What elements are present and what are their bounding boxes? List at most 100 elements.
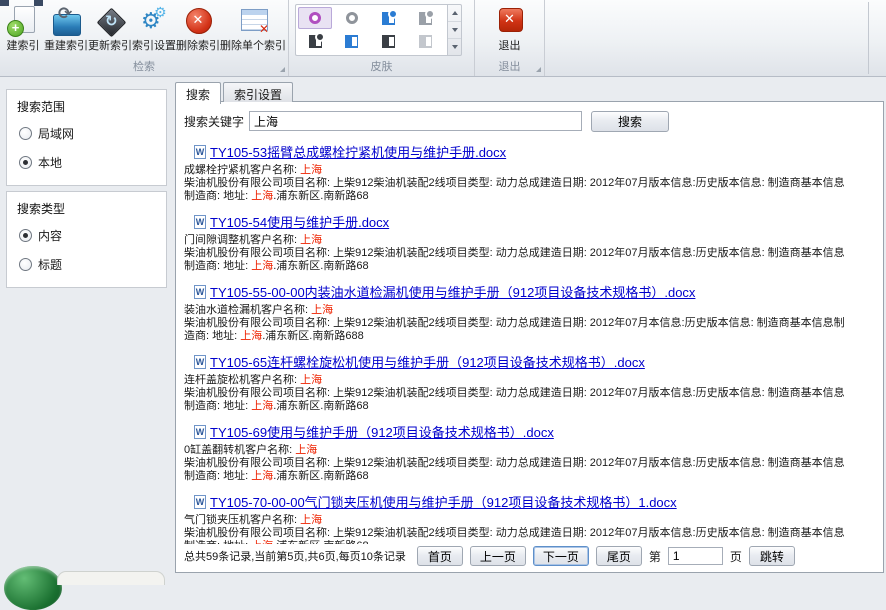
skin-gallery [295, 4, 447, 56]
gallery-scroll-down-icon[interactable] [448, 22, 461, 39]
skin-silver-office[interactable] [408, 30, 442, 52]
pagination-buttons: 首页上一页下一页尾页 [417, 546, 642, 566]
exit-icon [494, 4, 526, 38]
sidebar-group-search-scope: 搜索范围局域网本地 [6, 89, 167, 186]
keyword-highlight: 上海 [300, 374, 322, 386]
ribbon-group-label: 皮肤 [289, 60, 474, 76]
radio-lan[interactable]: 局域网 [19, 125, 156, 142]
result-link[interactable]: TY105-69使用与维护手册（912项目设备技术规格书）.docx [210, 422, 554, 441]
exit-button[interactable]: 退出 [487, 2, 532, 60]
tab-search[interactable]: 搜索 [175, 82, 221, 104]
workspace: 搜索范围局域网本地搜索类型内容标题 搜索索引设置 搜索关键字 搜索 WTY105… [0, 78, 886, 579]
result-desc-line: 装油水道检漏机客户名称: 上海 [184, 304, 875, 317]
keyword-highlight: 上海 [300, 234, 322, 246]
ribbon-button-label: 建索引 [7, 40, 40, 53]
ribbon-button-label: 索引设置 [132, 40, 176, 53]
sidebar-group-title: 搜索范围 [17, 98, 156, 115]
skin-silver-office-glyph [419, 35, 432, 48]
ribbon-button-label: 删除索引 [176, 40, 220, 53]
skin-gray-circle[interactable] [335, 7, 369, 29]
skin-blue-office-glyph [345, 35, 358, 48]
result-link[interactable]: TY105-70-00-00气门锁夹压机使用与维护手册（912项目设备技术规格书… [210, 492, 677, 511]
skin-black-office[interactable] [372, 30, 406, 52]
skin-black-clock-glyph [309, 35, 322, 48]
ribbon-button-label: 退出 [499, 40, 521, 53]
radio-content[interactable]: 内容 [19, 227, 156, 244]
gallery-scroll-up-icon[interactable] [448, 5, 461, 22]
jump-button[interactable]: 跳转 [749, 546, 795, 566]
search-button[interactable]: 搜索 [591, 111, 669, 132]
result-desc-line: 柴油机股份有限公司项目名称: 上柴912柴油机装配2线项目类型: 动力总成建造日… [184, 177, 875, 190]
page-prefix-label: 第 [649, 548, 661, 565]
keyword-highlight: 上海 [251, 470, 273, 482]
word-doc-icon: W [194, 495, 206, 509]
skin-blue-office[interactable] [335, 30, 369, 52]
main-panel: 搜索索引设置 搜索关键字 搜索 WTY105-53摇臂总成螺栓拧紧机使用与维护手… [175, 82, 884, 573]
delete-index-icon [182, 4, 214, 38]
index-settings-button[interactable]: 索引设置 [132, 2, 176, 60]
skin-gray-clock-glyph [419, 12, 432, 25]
result-desc-line: 柴油机股份有限公司项目名称: 上柴912柴油机装配2线项目类型: 动力总成建造日… [184, 317, 875, 330]
word-doc-icon: W [194, 355, 206, 369]
search-input[interactable] [249, 111, 582, 131]
delete-index-button[interactable]: 删除索引 [176, 2, 220, 60]
index-settings-icon [138, 4, 170, 38]
next-page-button[interactable]: 下一页 [533, 546, 589, 566]
delete-single-index-button[interactable]: 删除单个索引 [220, 2, 286, 60]
result-link[interactable]: TY105-53摇臂总成螺栓拧紧机使用与维护手册.docx [210, 142, 506, 161]
ribbon-group-label: 退出 [475, 60, 544, 76]
ribbon-group-skin: 皮肤 [289, 0, 475, 76]
skin-blue-clock[interactable] [372, 7, 406, 29]
result-link[interactable]: TY105-65连杆螺栓旋松机使用与维护手册（912项目设备技术规格书）.doc… [210, 352, 645, 371]
create-index-button[interactable]: 建索引 [2, 2, 44, 60]
new-index-icon [7, 4, 39, 38]
delete-single-index-icon [237, 4, 269, 38]
result-item: W TY105-70-00-00气门锁夹压机使用与维护手册（912项目设备技术规格… [184, 492, 875, 544]
skin-black-clock[interactable] [298, 30, 332, 52]
result-link[interactable]: TY105-54使用与维护手册.docx [210, 212, 389, 231]
result-item: WTY105-69使用与维护手册（912项目设备技术规格书）.docx0缸盖翻转… [184, 422, 875, 483]
sidebar-group-title: 搜索类型 [17, 200, 156, 217]
ribbon-button-label: 删除单个索引 [220, 40, 286, 53]
tab-index-settings[interactable]: 索引设置 [223, 82, 293, 102]
page-number-input[interactable] [668, 547, 723, 565]
skin-gray-clock[interactable] [408, 7, 442, 29]
radio-button-icon [19, 258, 32, 271]
result-link[interactable]: TY105-55-00-00内装油水道检漏机使用与维护手册（912项目设备技术规… [210, 282, 695, 301]
last-page-button[interactable]: 尾页 [596, 546, 642, 566]
radio-button-icon [19, 127, 32, 140]
ribbon-button-label: 更新索引 [88, 40, 132, 53]
radio-local[interactable]: 本地 [19, 154, 156, 171]
update-index-button[interactable]: 更新索引 [88, 2, 132, 60]
search-tab-page: 搜索关键字 搜索 WTY105-53摇臂总成螺栓拧紧机使用与维护手册.docx成… [175, 101, 884, 573]
radio-title[interactable]: 标题 [19, 256, 156, 273]
search-keyword-label: 搜索关键字 [184, 113, 244, 130]
pagination-bar: 总共59条记录,当前第5页,共6页,每页10条记录 首页上一页下一页尾页 第 页… [184, 544, 875, 568]
radio-button-icon [19, 156, 32, 169]
first-page-button[interactable]: 首页 [417, 546, 463, 566]
word-doc-icon: W [194, 425, 206, 439]
update-index-icon [94, 4, 126, 38]
result-desc-line: 连杆盖旋松机客户名称: 上海 [184, 374, 875, 387]
result-desc-line: 制造商: 地址: 上海.浦东新区.南新路68 [184, 470, 875, 483]
record-summary: 总共59条记录,当前第5页,共6页,每页10条记录 [184, 548, 406, 564]
ribbon-empty-area [545, 0, 886, 76]
result-desc-line: 气门锁夹压机客户名称: 上海 [184, 514, 875, 527]
keyword-highlight: 上海 [251, 400, 273, 412]
skin-purple-circle[interactable] [298, 7, 332, 29]
start-orb-fragment[interactable] [4, 566, 62, 610]
prev-page-button[interactable]: 上一页 [470, 546, 526, 566]
result-item: WTY105-55-00-00内装油水道检漏机使用与维护手册（912项目设备技术… [184, 282, 875, 343]
gallery-dropdown-icon[interactable] [448, 39, 461, 55]
results-list: WTY105-53摇臂总成螺栓拧紧机使用与维护手册.docx成螺栓拧紧机客户名称… [184, 133, 875, 544]
result-desc-line: 柴油机股份有限公司项目名称: 上柴912柴油机装配2线项目类型: 动力总成建造日… [184, 527, 875, 540]
ribbon-group-index: 建索引 重建索引 更新索引 索引设置 删除索引 删除单个索引 检索 [0, 0, 289, 76]
word-doc-icon: W [194, 215, 206, 229]
radio-label: 标题 [38, 256, 62, 273]
keyword-highlight: 上海 [251, 190, 273, 202]
word-doc-icon: W [194, 145, 206, 159]
keyword-highlight: 上海 [300, 164, 322, 176]
radio-button-icon [19, 229, 32, 242]
rebuild-index-button[interactable]: 重建索引 [44, 2, 88, 60]
keyword-highlight: 上海 [311, 304, 333, 316]
